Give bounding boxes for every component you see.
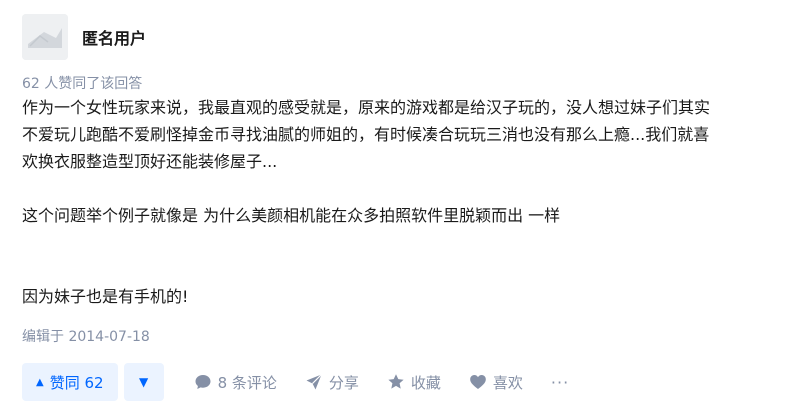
answer-author: 匿名用户 <box>22 14 146 60</box>
answer-content: 作为一个女性玩家来说，我最直观的感受就是，原来的游戏都是给汉子玩的，没人想过妹子… <box>22 94 792 310</box>
content-line: 因为妹子也是有手机的! <box>22 287 189 306</box>
share-label: 分享 <box>328 373 359 392</box>
vote-down-button[interactable]: ▼ <box>123 363 164 401</box>
like-button[interactable]: 喜欢 <box>469 372 523 393</box>
like-label: 喜欢 <box>492 373 523 392</box>
favorite-button[interactable]: 收藏 <box>387 372 441 393</box>
favorite-label: 收藏 <box>410 373 441 392</box>
content-line: 欢换衣服整造型顶好还能装修屋子... <box>22 152 278 171</box>
vote-up-triangle-icon: ▲ <box>36 376 44 388</box>
content-line: 不爱玩儿跑酷不爱刷怪掉金币寻找油腻的师姐的，有时候凑合玩玩三消也没有那么上瘾..… <box>22 125 710 144</box>
edited-timestamp[interactable]: 编辑于 2014-07-18 <box>22 326 150 346</box>
anonymous-avatar-icon[interactable] <box>22 14 68 60</box>
share-icon <box>305 373 323 391</box>
author-name[interactable]: 匿名用户 <box>82 25 146 49</box>
share-button[interactable]: 分享 <box>305 372 359 393</box>
vote-down-triangle-icon: ▼ <box>138 375 149 389</box>
comment-icon <box>194 373 212 391</box>
star-icon <box>387 373 405 391</box>
content-line: 作为一个女性玩家来说，我最直观的感受就是，原来的游戏都是给汉子玩的，没人想过妹子… <box>22 98 711 117</box>
more-icon[interactable]: ··· <box>551 373 569 392</box>
vote-up-label: 赞同 62 <box>49 373 104 392</box>
answer-action-bar: ▲ 赞同 62 ▼ 8 条评论 分享 收藏 喜欢 ··· <box>22 362 569 402</box>
content-line: 这个问题举个例子就像是 为什么美颜相机能在众多拍照软件里脱颖而出 一样 <box>22 206 561 225</box>
vote-up-button[interactable]: ▲ 赞同 62 <box>22 363 118 401</box>
comments-label: 8 条评论 <box>217 373 277 392</box>
vote-count-line: 62 人赞同了该回答 <box>22 76 143 92</box>
comments-button[interactable]: 8 条评论 <box>194 372 277 393</box>
heart-icon <box>469 373 487 391</box>
